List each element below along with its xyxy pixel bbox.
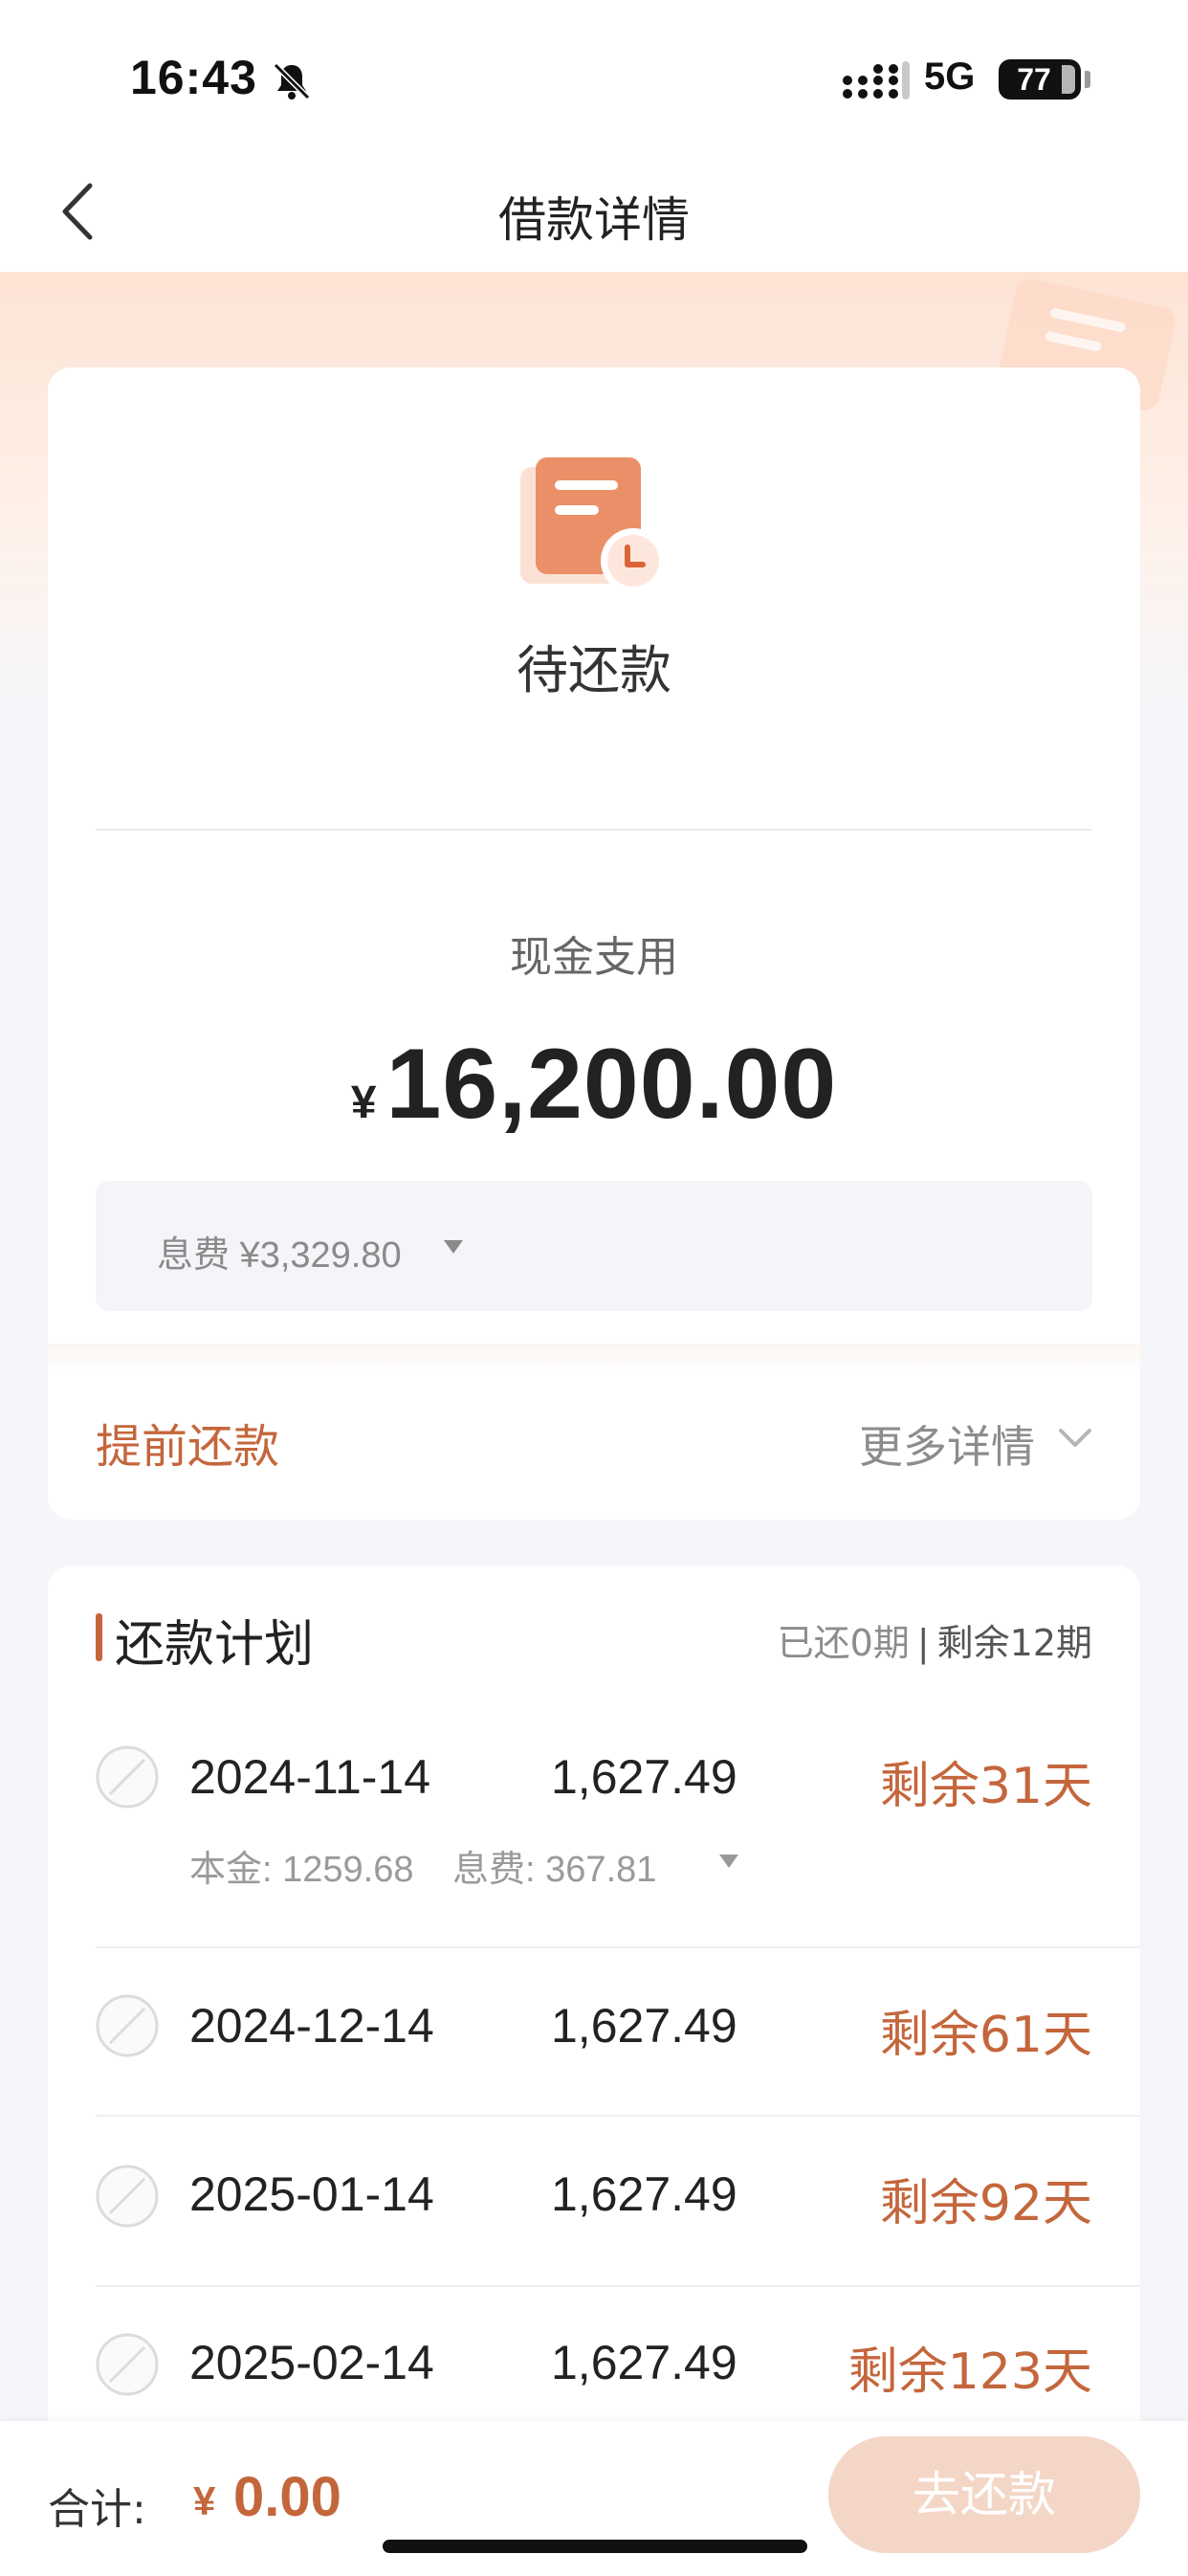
more-details-button[interactable]: 更多详情	[859, 1412, 1035, 1476]
installment-days-remaining: 剩余92天	[879, 2175, 1092, 2232]
document-clock-icon	[520, 457, 666, 593]
fee-summary[interactable]: 息费 ¥3,329.80	[96, 1181, 1092, 1311]
plan-progress: 已还0期 | 剩余12期	[778, 1613, 1092, 1666]
installment-amount: 1,627.49	[551, 2167, 737, 2221]
circle-check-icon[interactable]	[94, 2331, 161, 2398]
loan-summary-card: 待还款 现金支用 ¥16,200.00 息费 ¥3,329.80 提前还款 更多…	[48, 367, 1140, 1520]
divider	[96, 1946, 1140, 1948]
total-amount: 0.00	[233, 2466, 341, 2528]
installment-date: 2024-12-14	[189, 1999, 434, 2053]
paid-count: 已还0期	[777, 1622, 910, 1664]
status-time: 16:43	[130, 51, 257, 104]
network-label: 5G	[924, 56, 976, 98]
installment-amount: 1,627.49	[551, 1999, 737, 2053]
card-section-separator	[48, 1344, 1140, 1372]
divider	[96, 2115, 1140, 2117]
repayment-plan-card: 还款计划 已还0期 | 剩余12期 2024-11-14 1,627.49 剩余31…	[48, 1566, 1140, 2522]
installment-date: 2025-01-14	[189, 2167, 434, 2221]
repay-button[interactable]: 去还款	[828, 2436, 1140, 2553]
loan-amount: ¥16,200.00	[48, 1028, 1140, 1142]
battery-empty-segment	[1062, 65, 1075, 94]
divider	[96, 829, 1092, 831]
page-title: 借款详情	[498, 192, 690, 248]
plan-title: 还款计划	[115, 1616, 315, 1674]
prepay-button[interactable]: 提前还款	[96, 1409, 279, 1476]
currency-symbol: ¥	[350, 1077, 377, 1128]
circle-check-icon[interactable]	[94, 1743, 161, 1810]
installment-days-remaining: 剩余61天	[879, 2007, 1092, 2064]
triangle-down-icon[interactable]	[717, 1853, 740, 1870]
section-accent-bar	[96, 1613, 102, 1661]
remaining-count: 剩余12期	[936, 1622, 1092, 1664]
total-label: 合计:	[48, 2485, 146, 2534]
divider	[96, 2285, 1140, 2287]
installment-amount: 1,627.49	[551, 2336, 737, 2389]
loan-status: 待还款	[517, 640, 671, 700]
interest-text: 息费: 367.81	[452, 1850, 657, 1890]
circle-check-icon[interactable]	[94, 1992, 161, 2059]
installment-amount: 1,627.49	[551, 1750, 737, 1804]
battery-indicator: 77	[999, 59, 1081, 100]
installment-date: 2025-02-14	[189, 2336, 434, 2389]
battery-cap	[1085, 71, 1090, 88]
installment-days-remaining: 剩余31天	[879, 1758, 1092, 1815]
signal-icon	[843, 61, 910, 100]
bell-slash-icon	[273, 62, 311, 100]
usage-type-label: 现金支用	[510, 933, 678, 982]
amount-value: 16,200.00	[385, 1029, 838, 1140]
chevron-down-icon[interactable]	[1058, 1428, 1092, 1449]
nav-bar: 借款详情	[0, 153, 1188, 272]
status-bar: 16:43 5G 77	[0, 0, 1188, 153]
circle-check-icon[interactable]	[94, 2163, 161, 2230]
home-indicator[interactable]	[383, 2540, 807, 2553]
installment-date: 2024-11-14	[189, 1750, 431, 1804]
principal-text: 本金: 1259.68	[189, 1850, 414, 1890]
triangle-down-icon[interactable]	[442, 1238, 465, 1255]
installment-days-remaining: 剩余123天	[847, 2343, 1092, 2401]
currency-symbol: ¥	[193, 2478, 216, 2523]
fee-text: 息费 ¥3,329.80	[157, 1235, 402, 1276]
installment-breakdown[interactable]: 本金: 1259.68 息费: 367.81	[189, 1839, 656, 1892]
battery-level: 77	[1017, 62, 1051, 97]
progress-separator: |	[916, 1622, 930, 1664]
